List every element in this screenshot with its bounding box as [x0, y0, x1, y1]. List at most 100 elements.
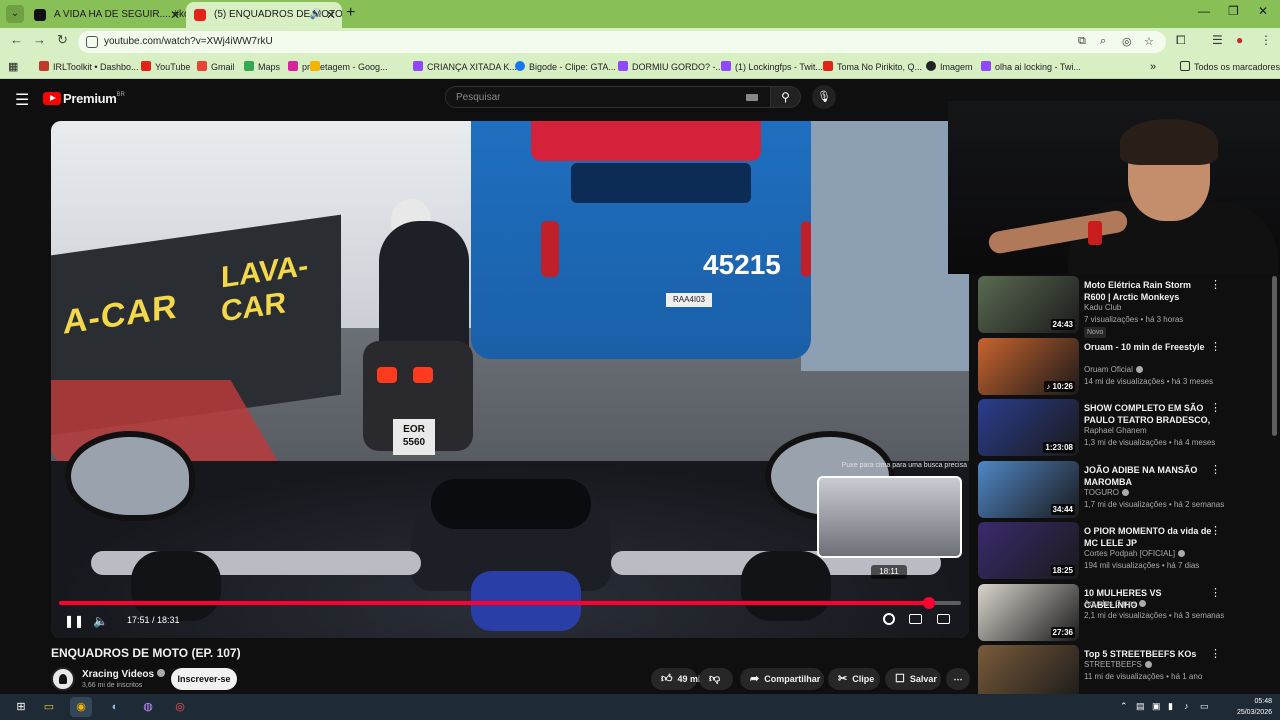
close-window-button[interactable]: ✕ — [1258, 4, 1268, 18]
recommendation-title[interactable]: SHOW COMPLETO EM SÃO PAULO TEATRO BRADES… — [1084, 402, 1212, 426]
recommendation-item[interactable]: 24:43 Moto Elétrica Rain Storm R600 | Arc… — [978, 276, 1274, 338]
bookmark-item[interactable]: Imagem — [926, 55, 973, 79]
forward-arrow-icon[interactable]: → — [33, 32, 46, 47]
pause-icon[interactable]: ❚❚ — [64, 614, 84, 628]
recommendation-item[interactable]: 1:23:08 SHOW COMPLETO EM SÃO PAULO TEATRO… — [978, 399, 1274, 457]
channel-avatar[interactable] — [51, 667, 75, 691]
obs-icon[interactable]: ◎ — [169, 697, 191, 717]
video-thumbnail[interactable]: 27:36 — [978, 584, 1079, 641]
more-vertical-icon[interactable]: ⋮ — [1210, 278, 1221, 291]
recommendation-item[interactable]: 18:25 O PIOR MOMENTO da vida de MC LELE J… — [978, 522, 1274, 580]
clip-button[interactable]: ✂ Clipe — [828, 668, 880, 690]
reading-list-icon[interactable]: ☰ — [1212, 33, 1223, 47]
recommendation-channel[interactable]: Oruam Oficial — [1084, 365, 1143, 374]
youtube-premium-logo[interactable]: PremiumBR — [43, 90, 125, 106]
bookmark-item[interactable]: olha ai locking - Twi... — [981, 55, 1081, 79]
subscribe-button[interactable]: Inscrever-se — [171, 668, 237, 690]
all-bookmarks-folder[interactable]: Todos os marcadores — [1180, 55, 1280, 79]
sidebar-scrollbar[interactable] — [1272, 276, 1277, 436]
recommendation-title[interactable]: JOÃO ADIBE NA MANSÃO MAROMBA — [1084, 464, 1212, 488]
more-menu-icon[interactable]: ⋮ — [1260, 33, 1272, 47]
recommendation-channel[interactable]: STREETBEEFS — [1084, 660, 1152, 669]
steam-icon[interactable]: ◐ — [104, 697, 126, 717]
recommendation-item[interactable]: 34:44 JOÃO ADIBE NA MANSÃO MAROMBA TOGURO 1… — [978, 461, 1274, 519]
channel-name[interactable]: Xracing Videos — [82, 669, 166, 680]
bookmark-item[interactable]: Gmail — [197, 55, 235, 79]
keyboard-icon[interactable] — [746, 94, 758, 101]
more-vertical-icon[interactable]: ⋮ — [1210, 463, 1221, 476]
bookmark-item[interactable]: (1) Lockingfps - Twit... — [721, 55, 823, 79]
more-actions-button[interactable]: ⋯ — [946, 668, 970, 690]
more-vertical-icon[interactable]: ⋮ — [1210, 586, 1221, 599]
new-tab-button[interactable]: + — [346, 4, 355, 22]
extensions-icon[interactable]: ⧠ — [1176, 33, 1186, 48]
microphone-tray-icon[interactable]: ▮ — [1168, 701, 1173, 712]
bookmark-item[interactable]: CRIANÇA XITADA K... — [413, 55, 517, 79]
video-thumbnail[interactable]: 24:43 — [978, 276, 1079, 333]
restore-button[interactable]: ❐ — [1228, 4, 1239, 18]
video-player[interactable]: A-CAR LAVA-CAR 45215 RAA4I03 EOR 5560 Pu… — [51, 121, 969, 638]
more-bookmarks-icon[interactable]: » — [1150, 55, 1156, 79]
progress-bar[interactable] — [59, 597, 961, 609]
more-vertical-icon[interactable]: ⋮ — [1210, 524, 1221, 537]
reload-icon[interactable]: ↻ — [57, 32, 68, 48]
system-clock[interactable]: 05:48 25/03/2026 — [1237, 696, 1272, 718]
fullscreen-icon[interactable] — [937, 614, 950, 624]
browser-tab-youtube[interactable]: (5) ENQUADROS DE MOTO 🔊 ✕ — [186, 2, 342, 28]
file-explorer-icon[interactable]: ▭ — [38, 697, 60, 717]
recommendation-channel[interactable]: Kadu Club — [1084, 303, 1121, 312]
share-button[interactable]: ➦ Compartilhar — [740, 668, 824, 690]
bookmark-item[interactable]: DORMIU GORDO? -... — [618, 55, 723, 79]
recommendation-title[interactable]: Top 5 STREETBEEFS KOs — [1084, 648, 1212, 660]
voice-search-button[interactable]: 🎙 — [812, 85, 836, 109]
speaker-icon[interactable]: 🔊 — [310, 2, 322, 28]
profile-icon[interactable]: ● — [1236, 33, 1243, 47]
bookmark-item[interactable]: pronetagem - Goog... — [310, 55, 324, 79]
settings-gear-icon[interactable] — [883, 613, 895, 625]
chrome-icon[interactable]: ◉ — [70, 697, 92, 717]
recommendation-title[interactable]: Oruam - 10 min de Freestyle — [1084, 341, 1212, 353]
bookmark-item[interactable]: YouTube — [141, 55, 190, 79]
browser-tab-tiktok[interactable]: A VIDA HA DE SEGUIR.... #kos ✕ — [26, 2, 186, 28]
bookmark-star-icon[interactable]: ☆ — [1144, 35, 1154, 48]
display-icon[interactable]: ▣ — [1152, 701, 1161, 712]
address-bar[interactable]: youtube.com/watch?v=XWj4iWW7rkU ⧉ ⌕ ◎ ☆ — [78, 31, 1166, 53]
video-thumbnail[interactable]: ♪ 10:26 — [978, 338, 1079, 395]
search-input[interactable]: Pesquisar — [445, 86, 771, 108]
volume-tray-icon[interactable]: ♪ — [1184, 701, 1189, 711]
video-thumbnail[interactable]: 1:23:08 — [978, 399, 1079, 456]
more-vertical-icon[interactable]: ⋮ — [1210, 340, 1221, 353]
recommendation-channel[interactable]: Cortes Podpah [OFICIAL] — [1084, 549, 1186, 558]
video-thumbnail[interactable]: 18:25 — [978, 522, 1079, 579]
more-vertical-icon[interactable]: ⋮ — [1210, 401, 1221, 414]
recommendation-channel[interactable]: Raphael Ghanem — [1084, 426, 1147, 435]
miniplayer-icon[interactable] — [909, 614, 922, 624]
network-icon[interactable]: ▤ — [1136, 701, 1145, 712]
discord-icon[interactable]: ◍ — [137, 697, 159, 717]
site-info-icon[interactable] — [86, 36, 98, 48]
cast-icon[interactable]: ⧉ — [1078, 35, 1086, 48]
recommendation-channel[interactable]: Aqueles Caras — [1084, 599, 1147, 608]
zoom-icon[interactable]: ⌕ — [1100, 35, 1106, 48]
recommendation-item[interactable]: ♪ 10:26 Oruam - 10 min de Freestyle Oruam … — [978, 338, 1274, 396]
bookmark-item[interactable]: Maps — [244, 55, 280, 79]
bookmark-item[interactable]: pronetagem - Goog... — [288, 55, 388, 79]
close-tab-icon[interactable]: ✕ — [326, 2, 336, 28]
apps-grid-icon[interactable]: ▦ — [8, 55, 18, 79]
battery-icon[interactable]: ▭ — [1200, 701, 1209, 712]
volume-icon[interactable]: 🔈 — [93, 614, 108, 628]
tray-chevron-icon[interactable]: ⌃ — [1120, 701, 1128, 712]
recommendation-item[interactable]: 27:36 10 MULHERES VS CABELINHO Aqueles Car… — [978, 584, 1274, 642]
menu-icon[interactable]: ☰ — [15, 90, 29, 110]
recommendation-channel[interactable]: TOGURO — [1084, 488, 1129, 497]
like-button[interactable]: 👍︎ 49 mil — [651, 668, 703, 690]
save-button[interactable]: ☐ Salvar — [885, 668, 941, 690]
bookmark-item[interactable]: IRLToolkit • Dashbo... — [39, 55, 139, 79]
close-tab-icon[interactable]: ✕ — [170, 2, 180, 28]
video-thumbnail[interactable]: 34:44 — [978, 461, 1079, 518]
start-windows-icon[interactable]: ⊞ — [10, 697, 32, 717]
bookmark-item[interactable]: Bigode - Clipe: GTA... — [515, 55, 616, 79]
eye-off-icon[interactable]: ◎ — [1122, 35, 1132, 48]
recommendation-title[interactable]: O PIOR MOMENTO da vida de MC LELE JP — [1084, 525, 1212, 549]
recommendation-title[interactable]: Moto Elétrica Rain Storm R600 | Arctic M… — [1084, 279, 1212, 303]
